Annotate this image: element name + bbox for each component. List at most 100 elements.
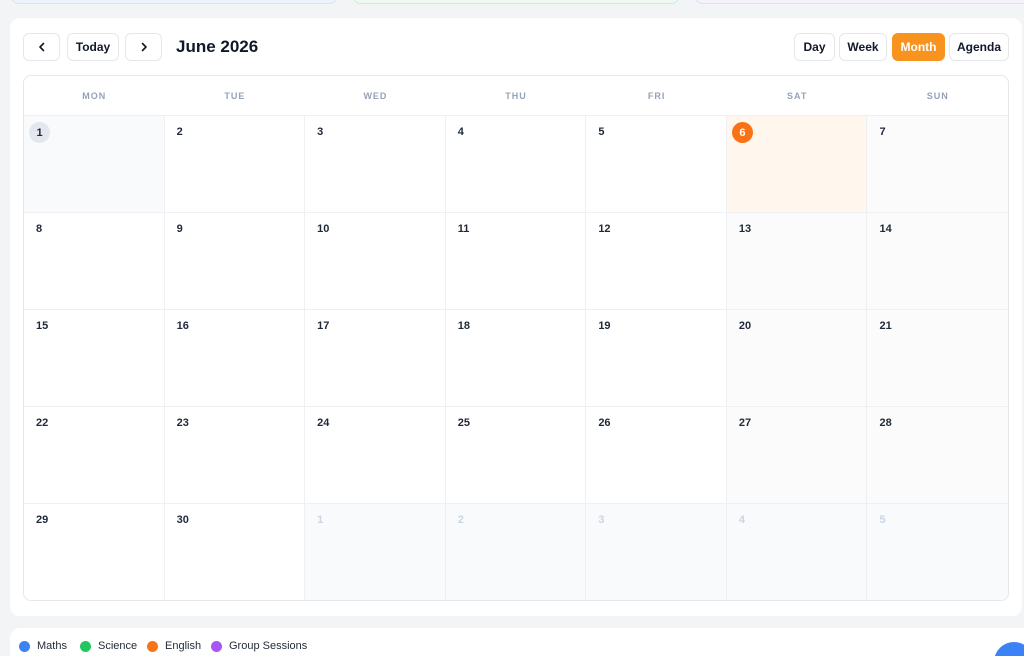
day-number: 24 xyxy=(317,417,330,429)
weekday-fri: FRI xyxy=(647,90,666,101)
view-agenda-button[interactable]: Agenda xyxy=(949,33,1009,61)
month-grid: MON TUE WED THU FRI SAT SUN 1 2 3 4 5 6 … xyxy=(23,75,1009,601)
day-number: 4 xyxy=(457,126,464,138)
legend-dot xyxy=(147,640,158,652)
chevron-left-icon xyxy=(38,42,44,52)
week-row: 1 2 3 4 5 6 7 xyxy=(24,116,1008,213)
day-number: 2 xyxy=(176,126,183,138)
day-cell[interactable]: 21 xyxy=(867,310,1008,406)
day-cell[interactable]: 27 xyxy=(726,407,868,503)
day-number: 5 xyxy=(598,126,605,138)
view-month-button[interactable]: Month xyxy=(892,33,945,61)
day-number: 3 xyxy=(317,126,324,138)
legend-item-maths: Maths xyxy=(19,640,67,652)
day-cell[interactable]: 29 xyxy=(24,504,165,600)
day-number: 16 xyxy=(176,320,189,332)
day-cell[interactable]: 12 xyxy=(586,213,727,309)
day-cell[interactable]: 1 xyxy=(24,116,165,212)
day-number: 23 xyxy=(176,417,189,429)
day-number: 11 xyxy=(457,223,470,235)
day-number: 29 xyxy=(36,514,49,526)
day-number: 19 xyxy=(598,320,611,332)
week-row: 8 9 10 11 12 13 14 xyxy=(24,213,1008,310)
day-cell[interactable]: 8 xyxy=(24,213,165,309)
day-number: 9 xyxy=(176,223,183,235)
next-month-button[interactable] xyxy=(125,33,162,61)
day-number: 28 xyxy=(879,417,892,429)
summary-card-science xyxy=(352,0,680,4)
month-title: June 2026 xyxy=(176,37,259,56)
view-day-button[interactable]: Day xyxy=(794,33,835,61)
day-cell-next-month[interactable]: 4 xyxy=(726,504,868,600)
day-cell[interactable]: 4 xyxy=(446,116,587,212)
day-cell-today[interactable]: 6 xyxy=(726,116,868,212)
weekday-tue: TUE xyxy=(224,90,246,101)
day-number: 26 xyxy=(598,417,611,429)
day-cell[interactable]: 11 xyxy=(446,213,587,309)
weekday-sun: SUN xyxy=(926,90,949,101)
day-number: 20 xyxy=(738,320,752,332)
legend-dot xyxy=(19,640,30,652)
day-cell[interactable]: 10 xyxy=(305,213,446,309)
day-number: 30 xyxy=(176,514,189,526)
day-cell[interactable]: 18 xyxy=(446,310,587,406)
day-cell[interactable]: 25 xyxy=(446,407,587,503)
legend-dot xyxy=(211,640,222,652)
summary-card-group xyxy=(694,0,1024,4)
day-cell-next-month[interactable]: 5 xyxy=(867,504,1008,600)
day-cell[interactable]: 3 xyxy=(305,116,446,212)
day-number: 1 xyxy=(317,514,324,526)
legend-label: Group Sessions xyxy=(229,640,308,652)
day-number: 3 xyxy=(598,514,605,526)
day-number: 17 xyxy=(317,320,330,332)
day-number: 13 xyxy=(738,223,752,235)
week-row: 22 23 24 25 26 27 28 xyxy=(24,407,1008,504)
day-number: 2 xyxy=(457,514,464,526)
day-number: 10 xyxy=(317,223,330,235)
weekday-wed: WED xyxy=(363,90,388,101)
day-number: 22 xyxy=(36,417,49,429)
summary-card-maths xyxy=(10,0,338,4)
day-number: 1 xyxy=(29,122,50,143)
legend-item-group-sessions: Group Sessions xyxy=(211,640,307,652)
day-cell[interactable]: 5 xyxy=(586,116,727,212)
day-cell[interactable]: 16 xyxy=(165,310,306,406)
legend-label: Maths xyxy=(37,640,67,652)
day-cell[interactable]: 19 xyxy=(586,310,727,406)
day-cell[interactable]: 2 xyxy=(165,116,306,212)
day-cell[interactable]: 23 xyxy=(165,407,306,503)
day-number: 12 xyxy=(598,223,611,235)
prev-month-button[interactable] xyxy=(23,33,60,61)
day-number: 27 xyxy=(738,417,752,429)
day-cell[interactable]: 9 xyxy=(165,213,306,309)
weekday-thu: THU xyxy=(505,90,527,101)
day-number: 7 xyxy=(879,126,886,138)
legend-label: English xyxy=(165,640,202,652)
today-button[interactable]: Today xyxy=(67,33,119,61)
subject-legend: Maths Science English Group Sessions xyxy=(10,628,1024,656)
day-cell[interactable]: 13 xyxy=(726,213,868,309)
day-cell[interactable]: 22 xyxy=(24,407,165,503)
day-number: 4 xyxy=(738,514,746,526)
day-cell[interactable]: 30 xyxy=(165,504,306,600)
day-cell[interactable]: 15 xyxy=(24,310,165,406)
week-row: 15 16 17 18 19 20 21 xyxy=(24,310,1008,407)
day-number: 5 xyxy=(879,514,886,526)
legend-item-science: Science xyxy=(80,640,137,652)
day-number: 15 xyxy=(36,320,49,332)
legend-label: Science xyxy=(98,640,138,652)
day-cell-next-month[interactable]: 1 xyxy=(305,504,446,600)
day-cell[interactable]: 7 xyxy=(867,116,1008,212)
view-week-button[interactable]: Week xyxy=(839,33,887,61)
day-number: 21 xyxy=(879,320,892,332)
day-number: 14 xyxy=(879,223,892,235)
day-cell[interactable]: 28 xyxy=(867,407,1008,503)
weekday-header: MON TUE WED THU FRI SAT SUN xyxy=(24,76,1008,116)
day-cell[interactable]: 20 xyxy=(726,310,868,406)
day-cell[interactable]: 17 xyxy=(305,310,446,406)
day-cell[interactable]: 14 xyxy=(867,213,1008,309)
day-cell-next-month[interactable]: 3 xyxy=(586,504,727,600)
day-cell[interactable]: 26 xyxy=(586,407,727,503)
day-cell-next-month[interactable]: 2 xyxy=(445,504,587,600)
day-cell[interactable]: 24 xyxy=(305,407,446,503)
